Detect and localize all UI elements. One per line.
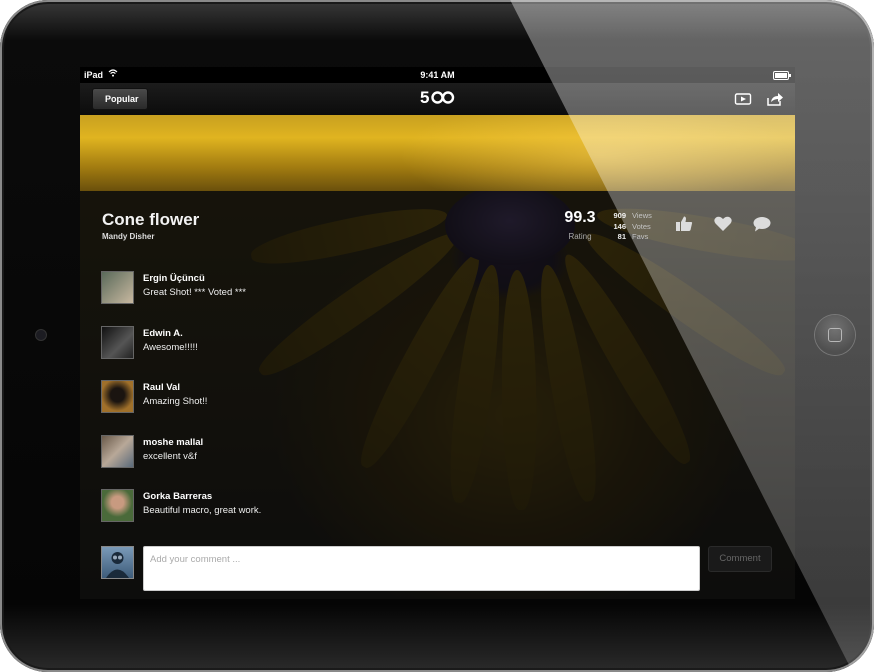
comment-author[interactable]: moshe mallal bbox=[143, 437, 203, 448]
comment-author[interactable]: Ergin Üçüncü bbox=[143, 273, 205, 284]
svg-text:5: 5 bbox=[420, 88, 429, 106]
comment-author[interactable]: Raul Val bbox=[143, 382, 180, 393]
screen: iPad 9:41 AM Popular 5 Cone flower Mandy… bbox=[80, 67, 795, 604]
front-camera bbox=[36, 330, 46, 340]
rating-label: Rating bbox=[568, 232, 592, 241]
current-user-avatar bbox=[101, 546, 134, 579]
home-square-icon bbox=[828, 328, 842, 342]
battery-icon bbox=[773, 71, 791, 80]
home-button[interactable] bbox=[815, 315, 855, 355]
photo-stats: 909 Views 146 Votes 81 Favs bbox=[608, 211, 652, 243]
default-user-icon bbox=[106, 552, 129, 578]
comment-text: Beautiful macro, great work. bbox=[143, 505, 262, 516]
favorite-heart-icon[interactable] bbox=[713, 215, 733, 233]
status-bar: iPad 9:41 AM bbox=[80, 67, 795, 83]
avatar[interactable] bbox=[101, 434, 134, 468]
stat-votes: 146 Votes bbox=[613, 221, 651, 231]
comment-submit-button[interactable]: Comment bbox=[708, 546, 772, 572]
status-time: 9:41 AM bbox=[420, 70, 455, 80]
photo-author[interactable]: Mandy Disher bbox=[102, 232, 154, 241]
slideshow-icon[interactable] bbox=[734, 91, 752, 107]
ipad-device: iPad 9:41 AM Popular 5 Cone flower Mandy… bbox=[0, 0, 874, 672]
app-logo: 5 bbox=[80, 88, 795, 112]
comment-text: Great Shot! *** Voted *** bbox=[143, 287, 246, 298]
comment-text: excellent v&f bbox=[143, 450, 197, 462]
share-icon[interactable] bbox=[766, 91, 784, 107]
avatar[interactable] bbox=[101, 489, 134, 522]
stat-favs: 81 Favs bbox=[617, 232, 649, 241]
avatar[interactable] bbox=[101, 271, 134, 304]
photo-preview-strip[interactable] bbox=[80, 115, 795, 191]
avatar[interactable] bbox=[101, 325, 134, 359]
navigation-bar: Popular 5 bbox=[80, 83, 795, 115]
500px-logo-icon: 5 bbox=[420, 88, 454, 107]
comment-input[interactable]: Add your comment ... bbox=[143, 546, 700, 591]
comment-composer: Add your comment ... Comment bbox=[80, 541, 795, 604]
comment-text: Amazing Shot!! bbox=[143, 396, 208, 407]
comment-bubble-icon[interactable] bbox=[752, 215, 772, 233]
rating-value: 99.3 bbox=[564, 209, 596, 226]
avatar[interactable] bbox=[101, 380, 134, 413]
like-icon[interactable] bbox=[674, 215, 694, 233]
stat-views: 909 Views bbox=[613, 211, 652, 220]
comment-author[interactable]: Edwin A. bbox=[143, 328, 183, 339]
comment-text: Awesome!!!!! bbox=[143, 341, 198, 353]
comment-author[interactable]: Gorka Barreras bbox=[143, 491, 212, 502]
photo-title: Cone flower bbox=[102, 210, 200, 229]
bottom-edge bbox=[80, 599, 795, 604]
